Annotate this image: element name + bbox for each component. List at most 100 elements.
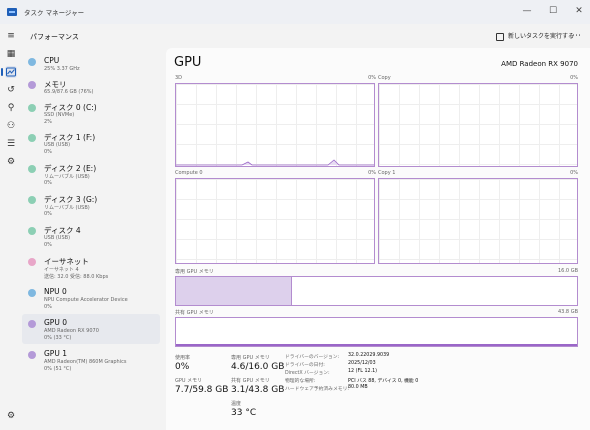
performance-icon[interactable] [1, 66, 17, 78]
maximize-button[interactable]: ☐ [546, 4, 560, 18]
title-bar: タスク マネージャー — ☐ ✕ [0, 0, 590, 24]
device-sub2: 0% (33 °C) [44, 335, 72, 341]
nav-rail: ≡ ▦ ↺ ⚲ ⚇ ☰ ⚙ ⚙ [0, 24, 22, 430]
device-sub2: 0% [44, 304, 52, 310]
disk0-status-dot [28, 104, 36, 112]
gpu1-status-dot [28, 351, 36, 359]
graph-copy [378, 83, 578, 167]
driver-date-value: 2025/12/03 [348, 361, 376, 366]
startup-icon[interactable]: ⚲ [5, 102, 17, 114]
app-history-icon[interactable]: ↺ [5, 84, 17, 96]
gpu-memory-value: 7.7/59.8 GB [175, 385, 229, 395]
device-sub1: NPU Compute Accelerator Device [44, 297, 128, 303]
graph-copy1-value: 0% [570, 170, 578, 176]
device-sub2: 0% [44, 149, 52, 155]
device-sub1: SSD (NVMe) [44, 112, 75, 118]
graph-compute0 [175, 178, 375, 264]
device-ethernet[interactable]: イーサネット イーサネット 4 送信: 32.0 受信: 88.0 Kbps [22, 252, 160, 282]
usage-label: 使用率 [175, 355, 191, 361]
device-sub1: リムーバブル (USB) [44, 174, 90, 180]
physical-location-label: 物理的な場所: [285, 379, 316, 384]
device-npu0[interactable]: NPU 0 NPU Compute Accelerator Device 0% [22, 283, 160, 313]
device-disk4[interactable]: ディスク 4 USB (USB) 0% [22, 221, 160, 251]
device-sub2: 送信: 32.0 受信: 88.0 Kbps [44, 274, 109, 280]
shared-memory-fill [176, 344, 577, 346]
disk4-status-dot [28, 227, 36, 235]
graph-copy1 [378, 178, 578, 264]
directx-version-value: 12 (FL 12.1) [348, 369, 378, 374]
device-sub1: USB (USB) [44, 235, 71, 241]
minimize-button[interactable]: — [520, 4, 534, 18]
device-sub1: リムーバブル (USB) [44, 205, 90, 211]
graph-copy-label[interactable]: Copy [378, 75, 391, 81]
device-name: NPU 0 [44, 287, 67, 296]
menu-icon[interactable]: ≡ [5, 30, 17, 42]
temperature-value: 33 °C [231, 408, 257, 418]
processes-icon[interactable]: ▦ [5, 48, 17, 60]
device-sub1: USB (USB) [44, 142, 71, 148]
disk3-status-dot [28, 196, 36, 204]
run-task-icon [496, 32, 504, 41]
dedicated-stat-value: 4.6/16.0 GB [231, 362, 285, 372]
dedicated-memory-bar [175, 276, 578, 306]
graph-3d [175, 83, 375, 167]
device-sub1: AMD Radeon RX 9070 [44, 328, 99, 334]
device-disk3[interactable]: ディスク 3 (G:) リムーバブル (USB) 0% [22, 190, 160, 220]
device-disk2[interactable]: ディスク 2 (E:) リムーバブル (USB) 0% [22, 159, 160, 189]
graph-compute0-value: 0% [368, 170, 376, 176]
gpu-model-name: AMD Radeon RX 9070 [501, 60, 578, 68]
shared-memory-bar [175, 317, 578, 347]
device-sub2: 0% [44, 211, 52, 217]
dedicated-memory-label: 専用 GPU メモリ [175, 269, 214, 275]
graph-compute0-label[interactable]: Compute 0 [175, 170, 203, 176]
page-title: パフォーマンス [30, 33, 79, 41]
directx-version-label: DirectX バージョン: [285, 371, 330, 376]
device-gpu1[interactable]: GPU 1 AMD Radeon(TM) 860M Graphics 0% (5… [22, 345, 160, 375]
device-sub2: 0% [44, 242, 52, 248]
run-new-task-button[interactable]: 新しいタスクを実行する [496, 30, 574, 43]
device-name: GPU 0 [44, 318, 67, 327]
more-options-button[interactable]: ⋯ [572, 30, 581, 43]
graph-3d-value: 0% [368, 75, 376, 81]
dedicated-stat-label: 専用 GPU メモリ [231, 355, 270, 361]
device-sub2: 2% [44, 119, 52, 125]
device-name: GPU 1 [44, 349, 67, 358]
shared-stat-label: 共有 GPU メモリ [231, 378, 270, 384]
temperature-label: 温度 [231, 401, 242, 407]
driver-date-label: ドライバーの日付: [285, 363, 325, 368]
device-list: CPU 25% 3.37 GHz メモリ 65.9/87.6 GB (76%) … [22, 48, 166, 430]
device-disk0[interactable]: ディスク 0 (C:) SSD (NVMe) 2% [22, 98, 160, 128]
graph-3d-label[interactable]: 3D [175, 75, 182, 81]
npu-status-dot [28, 289, 36, 297]
device-sub1: イーサネット 4 [44, 267, 79, 273]
gpu-detail-panel: GPU AMD Radeon RX 9070 3D 0% Copy 0% Com… [166, 48, 590, 430]
page-header: パフォーマンス 新しいタスクを実行する ⋯ [22, 24, 590, 48]
reserved-memory-label: ハードウェア予約済みメモリ: [285, 387, 349, 392]
shared-memory-label: 共有 GPU メモリ [175, 310, 214, 316]
device-sub2: 0% (51 °C) [44, 366, 72, 372]
memory-status-dot [28, 81, 36, 89]
ethernet-status-dot [28, 258, 36, 266]
close-button[interactable]: ✕ [572, 4, 586, 18]
device-sub1: 65.9/87.6 GB (76%) [44, 89, 94, 95]
graph-copy-value: 0% [570, 75, 578, 81]
services-icon[interactable]: ⚙ [5, 156, 17, 168]
graph-copy1-label[interactable]: Copy 1 [378, 170, 395, 176]
task-manager-icon [7, 8, 17, 16]
shared-memory-max: 43.8 GB [557, 309, 578, 315]
device-disk1[interactable]: ディスク 1 (F:) USB (USB) 0% [22, 128, 160, 158]
gpu-memory-label: GPU メモリ [175, 378, 203, 384]
run-new-task-label: 新しいタスクを実行する [508, 33, 575, 40]
gpu0-status-dot [28, 320, 36, 328]
driver-version-value: 32.0.22029.9039 [348, 353, 390, 358]
users-icon[interactable]: ⚇ [5, 120, 17, 132]
usage-value: 0% [175, 362, 190, 372]
device-sub1: 25% 3.37 GHz [44, 66, 80, 72]
window-title: タスク マネージャー [24, 9, 85, 17]
disk1-status-dot [28, 134, 36, 142]
device-sub2: 0% [44, 180, 52, 186]
device-gpu0[interactable]: GPU 0 AMD Radeon RX 9070 0% (33 °C) [22, 314, 160, 344]
settings-icon[interactable]: ⚙ [5, 410, 17, 422]
physical-location-value: PCI バス 88, デバイス 0, 機能 0 [348, 379, 419, 384]
details-icon[interactable]: ☰ [5, 138, 17, 150]
